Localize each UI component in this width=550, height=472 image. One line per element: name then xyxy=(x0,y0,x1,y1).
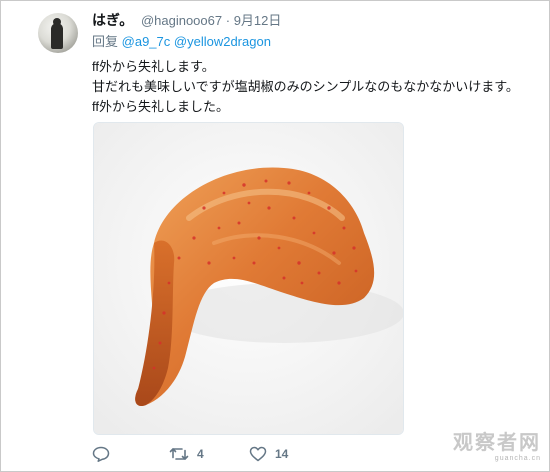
tweet-text: ff外から失礼します。 甘だれも美味しいですが塩胡椒のみのシンプルなのもなかなか… xyxy=(92,57,532,117)
retweet-button[interactable]: 4 xyxy=(169,444,204,464)
tweet-text-line: ff外から失礼しました。 xyxy=(92,99,229,114)
watermark-domain: guancha.cn xyxy=(494,455,541,462)
watermark-logo-text: 观察者网 xyxy=(453,432,541,454)
screenshot-frame: はぎ。 @haginooo67 · 9月12日 回复 @a9_7c @yello… xyxy=(0,0,550,472)
site-watermark: 观察者网 guancha.cn xyxy=(453,432,541,463)
like-count: 14 xyxy=(275,447,289,461)
reply-button[interactable] xyxy=(92,444,110,464)
avatar-figure-body xyxy=(51,23,63,49)
heart-icon xyxy=(249,446,267,462)
retweet-count: 4 xyxy=(197,447,204,461)
mention-link[interactable]: @yellow2dragon xyxy=(174,34,271,49)
mention-link[interactable]: @a9_7c xyxy=(122,34,171,49)
tweet-photo[interactable] xyxy=(93,122,404,435)
like-button[interactable]: 14 xyxy=(249,444,288,464)
display-name[interactable]: はぎ。 xyxy=(92,12,133,28)
tweet-card: はぎ。 @haginooo67 · 9月12日 回复 @a9_7c @yello… xyxy=(1,1,549,471)
tweet-date[interactable]: 9月12日 xyxy=(234,13,282,28)
avatar[interactable] xyxy=(38,13,78,53)
tweet-text-line: ff外から失礼します。 xyxy=(92,59,215,74)
reply-prefix: 回复 xyxy=(92,34,119,49)
separator-dot: · xyxy=(225,13,231,28)
user-handle[interactable]: @haginooo67 xyxy=(141,13,222,28)
chicken-wing-photo xyxy=(94,123,403,434)
tweet-actions: 4 14 xyxy=(92,444,392,464)
tweet-text-line: 甘だれも美味しいですが塩胡椒のみのシンプルなのもなかなかいけます。 xyxy=(92,79,519,94)
reply-icon xyxy=(92,446,110,462)
tweet-header: はぎ。 @haginooo67 · 9月12日 xyxy=(92,12,281,29)
reply-context: 回复 @a9_7c @yellow2dragon xyxy=(92,34,271,50)
retweet-icon xyxy=(169,448,189,460)
